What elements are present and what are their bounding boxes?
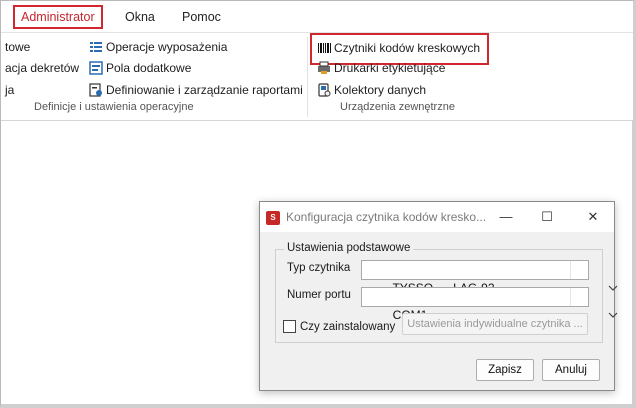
custom-settings-button[interactable]: Ustawienia indywidualne czytnika ...	[402, 313, 588, 335]
chevron-down-icon[interactable]	[570, 288, 618, 318]
ribbon-separator	[307, 37, 308, 117]
group-label-urzadzenia: Urządzenia zewnętrzne	[340, 101, 455, 113]
menu-bar: Administrator Okna Pomoc	[1, 1, 633, 33]
reader-config-dialog: S Konfiguracja czytnika kodów kresko... …	[259, 201, 618, 391]
ribbon-item-cut-1[interactable]: towe	[5, 37, 30, 57]
port-select[interactable]: COM1	[361, 287, 618, 322]
reader-type-select[interactable]: TYSSO LAG-92	[361, 260, 618, 295]
barcode-icon	[318, 43, 331, 53]
ribbon-item-pola-dodatkowe[interactable]: Pola dodatkowe	[89, 58, 191, 78]
data-collector-icon	[318, 83, 331, 97]
ribbon-item-label: Operacje wyposażenia	[106, 40, 228, 54]
ribbon-item-label: Drukarki etykietujące	[334, 61, 446, 75]
list-icon	[90, 42, 102, 52]
group-title: Ustawienia podstawowe	[284, 242, 414, 254]
ribbon-item-drukarki[interactable]: Drukarki etykietujące	[317, 58, 445, 78]
ribbon-item-cut-3[interactable]: ja	[5, 80, 14, 100]
ribbon-item-operacje-wyposazenia[interactable]: Operacje wyposażenia	[89, 37, 227, 57]
basic-settings-group: Ustawienia podstawowe Typ czytnika TYSSO…	[275, 242, 618, 343]
close-button[interactable]: ✕	[583, 208, 603, 226]
ribbon-item-kolektory[interactable]: Kolektory danych	[317, 80, 426, 100]
app-window: Administrator Okna Pomoc towe acja dekre…	[0, 0, 636, 408]
group-label-definicje: Definicje i ustawienia operacyjne	[34, 101, 194, 113]
ribbon-item-czytniki-kodow[interactable]: Czytniki kodów kreskowych	[317, 38, 480, 58]
ribbon-item-dekrety[interactable]: acja dekretów	[5, 58, 79, 78]
ribbon: towe acja dekretów ja Operacje wyposażen…	[1, 33, 633, 121]
minimize-button[interactable]: —	[496, 208, 516, 226]
reader-type-label: Typ czytnika	[287, 262, 351, 274]
maximize-button[interactable]: ☐	[537, 208, 557, 226]
chevron-down-icon[interactable]	[570, 261, 618, 291]
dialog-title: Konfiguracja czytnika kodów kresko...	[286, 210, 487, 224]
port-label: Numer portu	[287, 289, 351, 301]
installed-label: Czy zainstalowany	[300, 321, 396, 333]
cancel-button[interactable]: Anuluj	[542, 359, 600, 381]
ribbon-item-label: Czytniki kodów kreskowych	[334, 41, 481, 55]
menu-administrator[interactable]: Administrator	[13, 5, 103, 29]
report-settings-icon	[89, 83, 102, 97]
app-logo-icon: S	[266, 211, 280, 225]
menu-okna[interactable]: Okna	[119, 5, 161, 29]
installed-checkbox[interactable]	[283, 320, 296, 333]
ribbon-item-label: Definiowanie i zarządzanie raportami	[106, 83, 303, 97]
ribbon-item-raporty[interactable]: Definiowanie i zarządzanie raportami	[89, 80, 303, 100]
save-button[interactable]: Zapisz	[476, 359, 534, 381]
menu-pomoc[interactable]: Pomoc	[176, 5, 227, 29]
dialog-titlebar[interactable]: S Konfiguracja czytnika kodów kresko... …	[260, 202, 614, 232]
label-printer-icon	[318, 61, 330, 74]
ribbon-item-label: Pola dodatkowe	[106, 61, 192, 75]
form-fields-icon	[89, 61, 103, 75]
ribbon-item-label: Kolektory danych	[334, 83, 427, 97]
